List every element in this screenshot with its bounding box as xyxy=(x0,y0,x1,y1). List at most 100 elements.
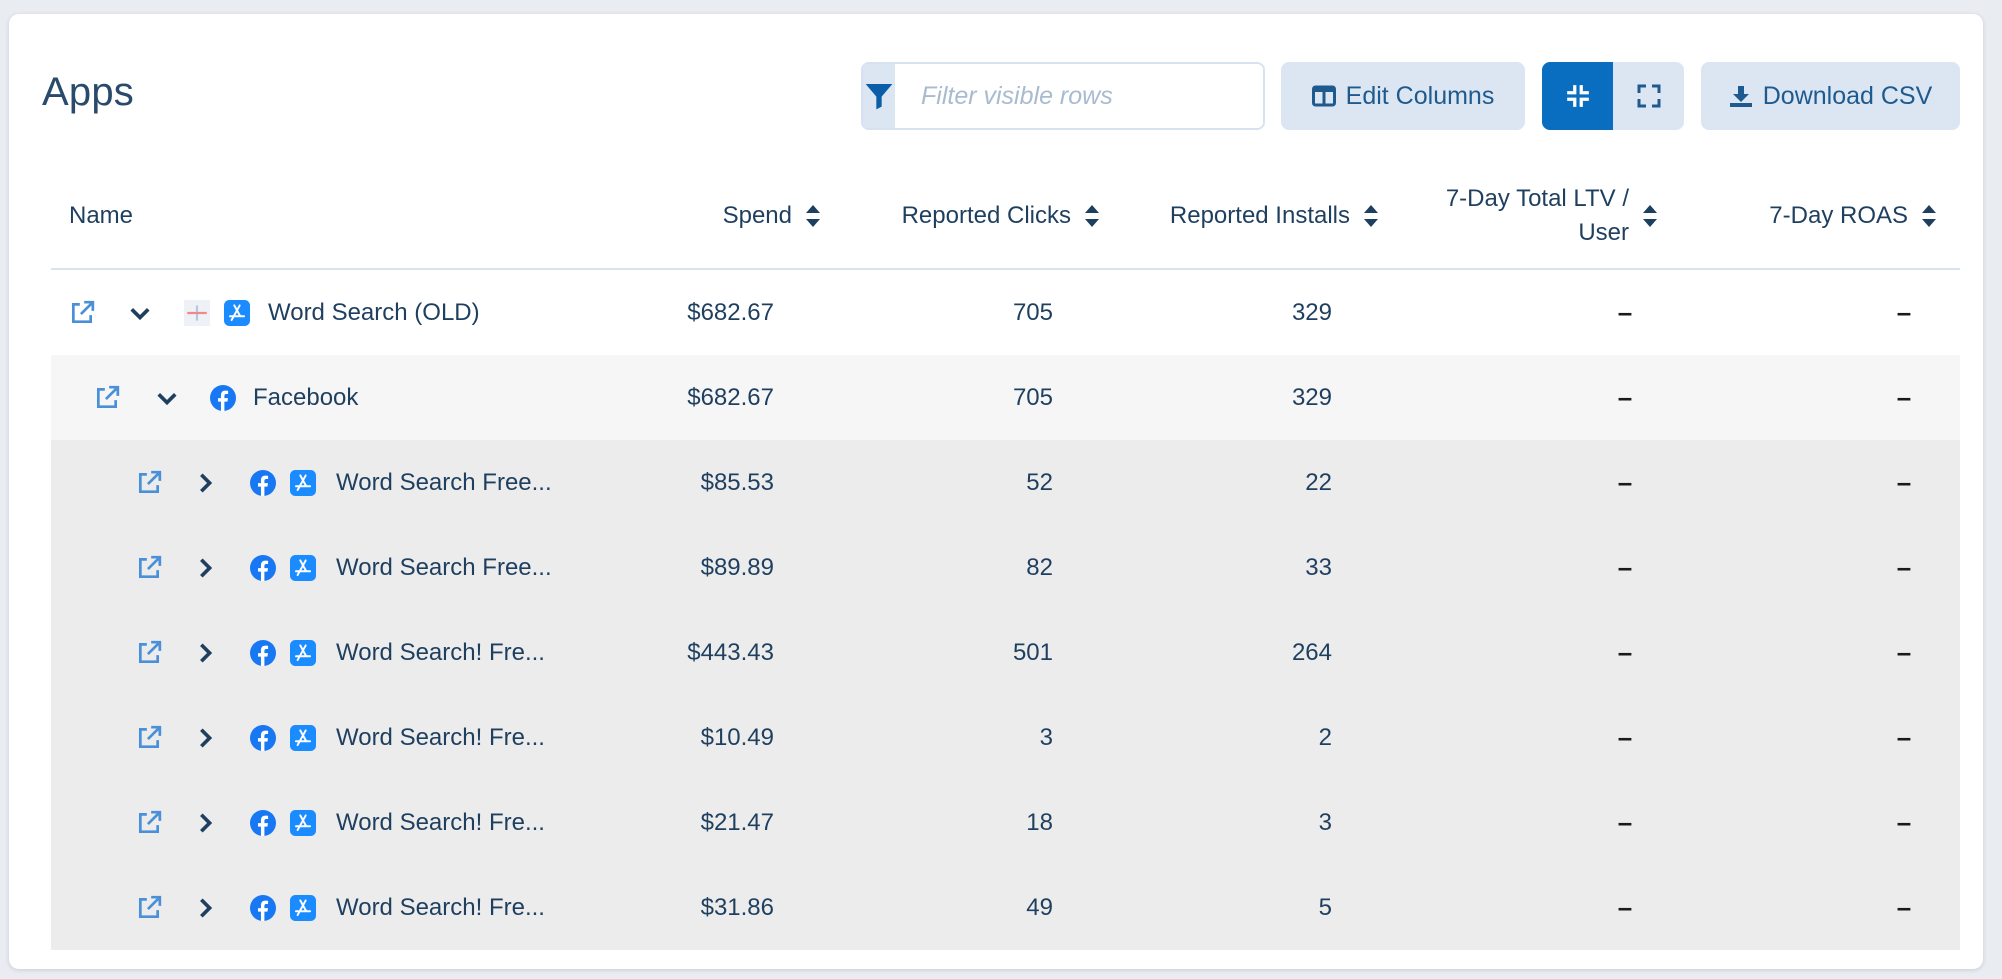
app-store-icon xyxy=(290,639,316,666)
chevron-down-icon[interactable] xyxy=(156,387,178,409)
ltv-cell: – xyxy=(1617,807,1633,837)
column-header-name[interactable]: Name xyxy=(69,164,133,268)
open-link-cell xyxy=(136,525,162,610)
spend-cell: $682.67 xyxy=(687,383,774,411)
external-link-icon[interactable] xyxy=(136,640,162,666)
table-row-4[interactable]: Word Search! Fre... $443.43 501 264 – – xyxy=(51,610,1960,695)
row-name: Word Search! Fre... xyxy=(336,638,545,666)
ltv-cell: – xyxy=(1617,382,1633,412)
row-icons xyxy=(250,610,316,695)
open-link-cell xyxy=(136,780,162,865)
app-store-icon xyxy=(290,469,316,496)
open-link-cell xyxy=(94,355,120,440)
external-link-icon[interactable] xyxy=(136,810,162,836)
table-row-6[interactable]: Word Search! Fre... $21.47 18 3 – – xyxy=(51,780,1960,865)
installs-cell: 264 xyxy=(1291,638,1332,666)
apps-panel: Apps Edit Columns Download CSV Name Spen… xyxy=(9,14,1983,969)
chevron-right-icon[interactable] xyxy=(194,812,216,834)
chevron-down-icon[interactable] xyxy=(129,302,151,324)
download-csv-button[interactable]: Download CSV xyxy=(1701,62,1960,130)
expander-cell xyxy=(156,355,178,440)
facebook-icon xyxy=(250,724,276,751)
table-row-1[interactable]: Facebook $682.67 705 329 – – xyxy=(51,355,1960,440)
edit-columns-label: Edit Columns xyxy=(1345,81,1495,110)
roas-cell: – xyxy=(1896,637,1912,667)
installs-cell: 22 xyxy=(1305,468,1332,496)
chevron-right-icon[interactable] xyxy=(194,472,216,494)
table-row-5[interactable]: Word Search! Fre... $10.49 3 2 – – xyxy=(51,695,1960,780)
external-link-icon[interactable] xyxy=(136,555,162,581)
clicks-cell: 18 xyxy=(1026,808,1053,836)
expander-cell xyxy=(194,780,216,865)
ltv-cell: – xyxy=(1617,552,1633,582)
chevron-right-icon[interactable] xyxy=(194,557,216,579)
clicks-cell: 52 xyxy=(1026,468,1053,496)
external-link-icon[interactable] xyxy=(136,895,162,921)
facebook-icon xyxy=(210,384,236,411)
table-row-2[interactable]: Word Search Free... $85.53 52 22 – – xyxy=(51,440,1960,525)
placeholder-icon xyxy=(184,299,210,326)
column-header-clicks[interactable]: Reported Clicks xyxy=(902,164,1099,268)
expander-cell xyxy=(194,440,216,525)
ltv-cell: – xyxy=(1617,637,1633,667)
app-store-icon xyxy=(290,724,316,751)
ltv-header-line2: User xyxy=(1578,219,1629,246)
open-link-cell xyxy=(136,610,162,695)
facebook-icon xyxy=(250,809,276,836)
open-link-cell xyxy=(136,440,162,525)
clicks-cell: 705 xyxy=(1012,383,1053,411)
chevron-right-icon[interactable] xyxy=(194,642,216,664)
ltv-cell: – xyxy=(1617,467,1633,497)
table-body: Word Search (OLD) $682.67 705 329 – – Fa… xyxy=(51,270,1960,950)
compress-icon xyxy=(1566,85,1589,107)
chevron-right-icon[interactable] xyxy=(194,897,216,919)
external-link-icon[interactable] xyxy=(94,385,120,411)
row-name: Word Search Free... xyxy=(336,553,552,581)
expander-cell xyxy=(129,270,151,355)
compress-view-button[interactable] xyxy=(1542,62,1613,130)
filter-button[interactable] xyxy=(863,64,895,128)
clicks-cell: 49 xyxy=(1026,893,1053,921)
table-row-0[interactable]: Word Search (OLD) $682.67 705 329 – – xyxy=(51,270,1960,355)
sort-icon xyxy=(806,205,820,227)
expand-view-button[interactable] xyxy=(1613,62,1684,130)
download-csv-label: Download CSV xyxy=(1762,81,1933,110)
row-name: Word Search (OLD) xyxy=(268,298,480,326)
table-row-7[interactable]: Word Search! Fre... $31.86 49 5 – – xyxy=(51,865,1960,950)
column-header-ltv[interactable]: 7-Day Total LTV / User xyxy=(1446,164,1657,268)
spend-cell: $682.67 xyxy=(687,298,774,326)
row-icons xyxy=(250,525,316,610)
expander-cell xyxy=(194,865,216,950)
clicks-cell: 501 xyxy=(1012,638,1053,666)
facebook-icon xyxy=(250,894,276,921)
external-link-icon[interactable] xyxy=(69,300,95,326)
column-header-roas[interactable]: 7-Day ROAS xyxy=(1769,164,1936,268)
roas-cell: – xyxy=(1896,382,1912,412)
expander-cell xyxy=(194,525,216,610)
installs-cell: 33 xyxy=(1305,553,1332,581)
row-name: Word Search! Fre... xyxy=(336,723,545,751)
edit-columns-button[interactable]: Edit Columns xyxy=(1281,62,1525,130)
chevron-right-icon[interactable] xyxy=(194,727,216,749)
spend-cell: $31.86 xyxy=(700,893,774,921)
column-header-installs[interactable]: Reported Installs xyxy=(1170,164,1378,268)
sort-icon xyxy=(1922,205,1936,227)
ltv-cell: – xyxy=(1617,722,1633,752)
row-name: Word Search Free... xyxy=(336,468,552,496)
installs-cell: 5 xyxy=(1318,893,1332,921)
external-link-icon[interactable] xyxy=(136,725,162,751)
spend-cell: $89.89 xyxy=(700,553,774,581)
sort-icon xyxy=(1643,205,1657,227)
table-row-3[interactable]: Word Search Free... $89.89 82 33 – – xyxy=(51,525,1960,610)
column-header-spend[interactable]: Spend xyxy=(723,164,820,268)
row-icons xyxy=(250,865,316,950)
ltv-header-line1: 7-Day Total LTV / xyxy=(1445,185,1629,212)
open-link-cell xyxy=(136,865,162,950)
roas-cell: – xyxy=(1896,552,1912,582)
filter-input[interactable] xyxy=(895,64,1263,128)
row-icons xyxy=(250,695,316,780)
external-link-icon[interactable] xyxy=(136,470,162,496)
roas-cell: – xyxy=(1896,892,1912,922)
facebook-icon xyxy=(250,469,276,496)
expander-cell xyxy=(194,610,216,695)
